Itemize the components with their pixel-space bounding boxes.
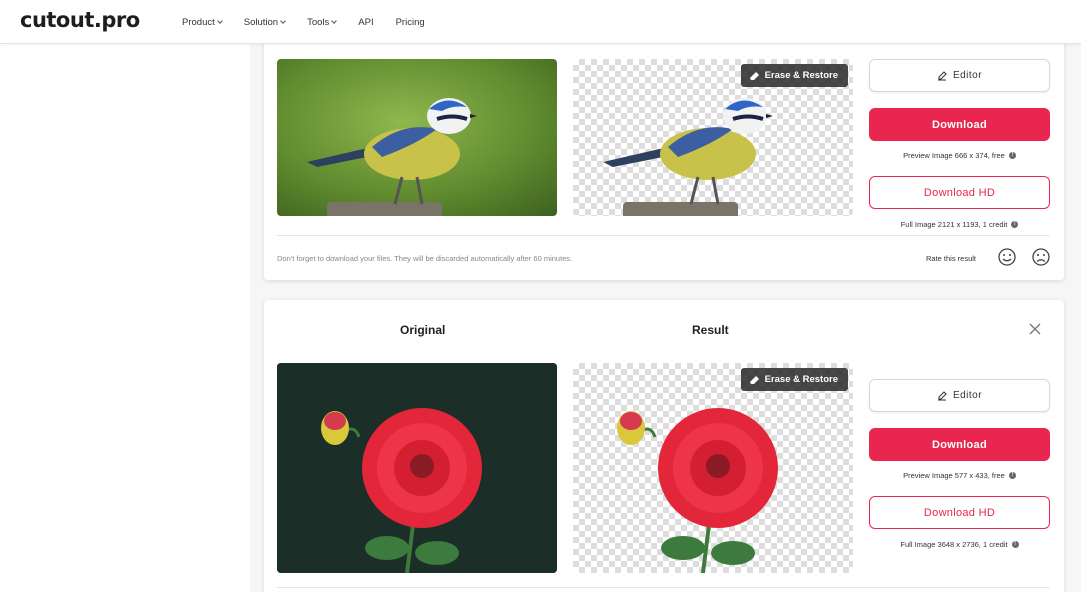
full-image-info: Full Image 3648 x 2736, 1 credit! xyxy=(869,540,1050,549)
editor-icon xyxy=(937,390,947,400)
close-icon[interactable] xyxy=(1028,322,1042,336)
erase-restore-button[interactable]: Erase & Restore xyxy=(740,368,848,391)
download-hd-button[interactable]: Download HD xyxy=(869,176,1050,209)
card-divider xyxy=(277,587,1050,588)
smile-face-icon[interactable] xyxy=(997,247,1017,267)
eraser-icon xyxy=(749,375,759,384)
nav-pricing[interactable]: Pricing xyxy=(396,17,425,28)
info-icon[interactable]: ! xyxy=(1011,541,1019,548)
sad-face-icon[interactable] xyxy=(1031,247,1051,267)
preview-info: Preview Image 666 x 374, free! xyxy=(869,151,1050,160)
erase-restore-button[interactable]: Erase & Restore xyxy=(740,64,848,87)
rate-label: Rate this result xyxy=(926,254,977,263)
editor-icon xyxy=(937,70,947,80)
editor-button[interactable]: Editor xyxy=(869,59,1050,92)
card-divider xyxy=(277,235,1050,236)
info-icon[interactable]: ! xyxy=(1008,152,1016,159)
result-title: Result xyxy=(692,323,729,337)
result-image-flower: Erase & Restore xyxy=(573,363,853,573)
original-image-flower xyxy=(277,363,557,573)
nav-product[interactable]: Product xyxy=(182,17,223,28)
original-title: Original xyxy=(400,323,446,337)
result-card-flower: Original Result Erase & Restore Editor D… xyxy=(264,300,1064,592)
chevron-down-icon xyxy=(331,18,338,24)
download-button[interactable]: Download xyxy=(869,428,1050,461)
left-panel xyxy=(0,44,250,592)
download-button[interactable]: Download xyxy=(869,108,1050,141)
nav-api[interactable]: API xyxy=(358,17,373,28)
nav-tools[interactable]: Tools xyxy=(307,17,338,28)
info-icon[interactable]: ! xyxy=(1008,472,1016,479)
discard-notice: Don't forget to download your files. The… xyxy=(277,254,573,263)
chevron-down-icon xyxy=(216,18,223,24)
editor-button[interactable]: Editor xyxy=(869,379,1050,412)
download-hd-button[interactable]: Download HD xyxy=(869,496,1050,529)
main-nav: Product Solution Tools API Pricing xyxy=(182,0,447,44)
eraser-icon xyxy=(749,71,759,80)
original-image-bird xyxy=(277,59,557,216)
result-card-bird: Erase & Restore Editor Download Preview … xyxy=(264,30,1064,280)
chevron-down-icon xyxy=(280,18,286,24)
cutout-logo[interactable]: cutout.pro xyxy=(20,8,140,32)
top-header: cutout.pro Product Solution Tools API Pr… xyxy=(0,0,1081,44)
result-image-bird: Erase & Restore xyxy=(573,59,853,216)
full-image-info: Full Image 2121 x 1193, 1 credit! xyxy=(869,220,1050,229)
preview-info: Preview Image 577 x 433, free! xyxy=(869,471,1050,480)
info-icon[interactable]: ! xyxy=(1011,221,1019,228)
nav-solution[interactable]: Solution xyxy=(244,17,286,28)
